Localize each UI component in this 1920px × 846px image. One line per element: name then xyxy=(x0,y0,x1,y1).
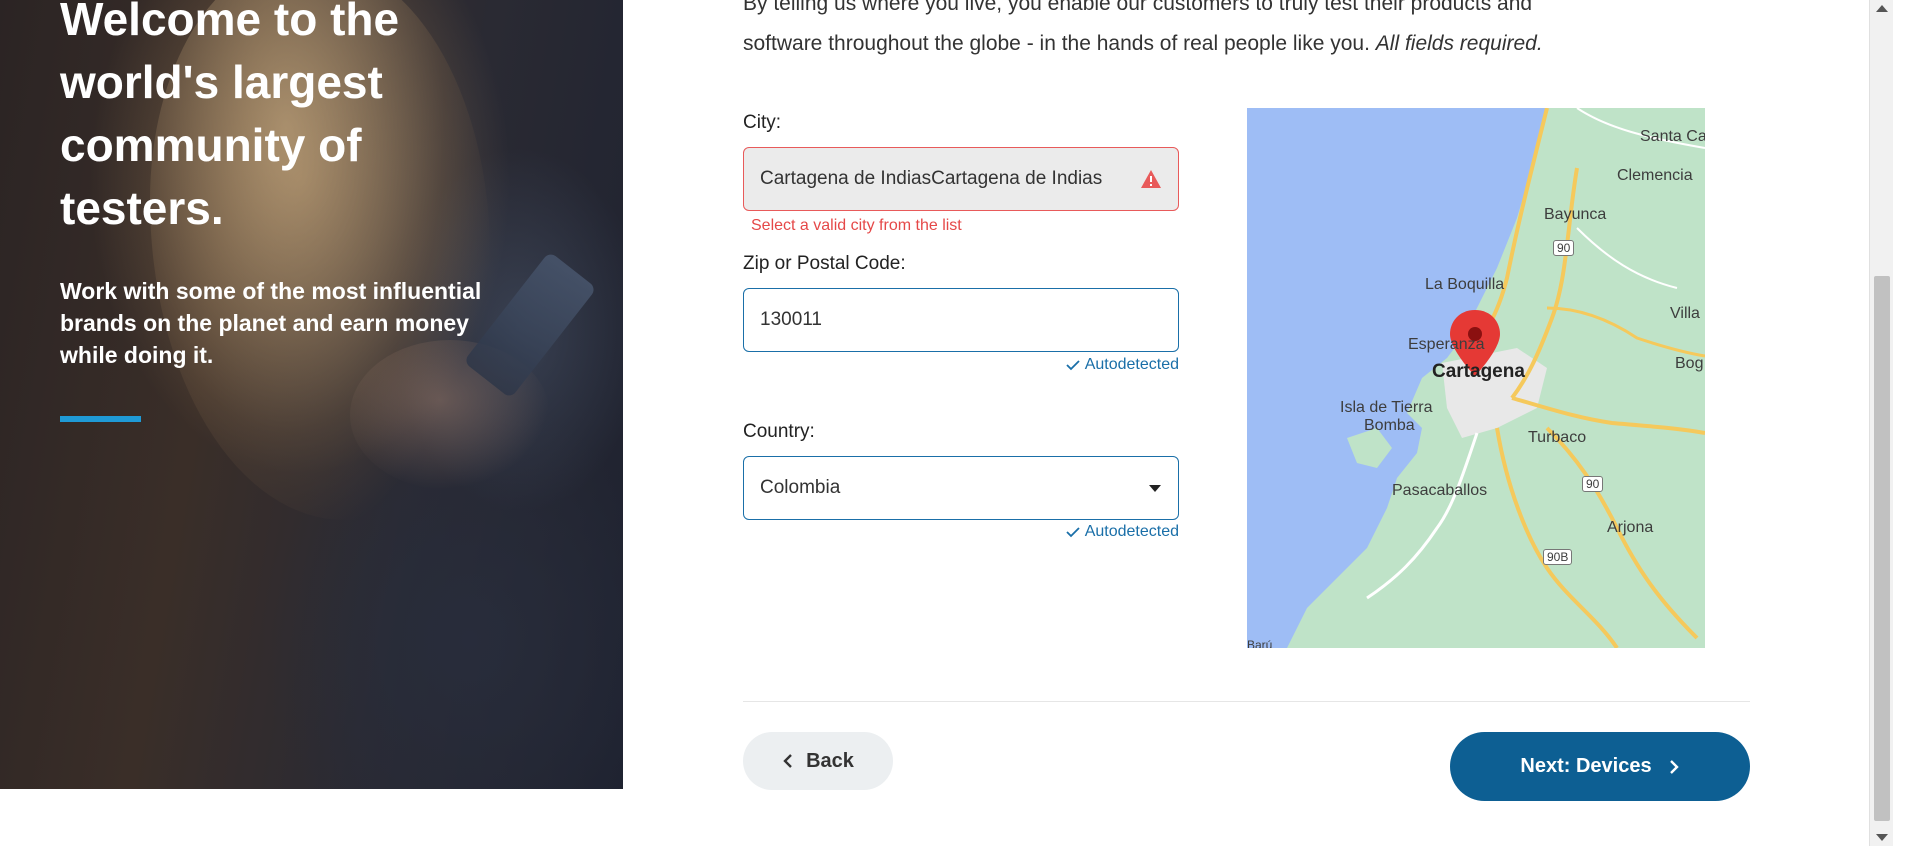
check-icon xyxy=(1066,527,1080,538)
city-label: City: xyxy=(743,112,781,133)
city-error-message: Select a valid city from the list xyxy=(751,217,962,234)
map-label-la-boquilla: La Boquilla xyxy=(1425,276,1505,293)
map-label-arjona: Arjona xyxy=(1607,519,1654,536)
hero-accent-bar xyxy=(60,416,141,422)
zip-input[interactable]: 130011 xyxy=(743,288,1179,352)
intro-line-2-text: software throughout the globe - in the h… xyxy=(743,32,1370,55)
map-label-route-90b: 90 xyxy=(1582,476,1604,492)
map-label-esperanza: Esperanza xyxy=(1408,336,1485,353)
city-input-value: Cartagena de IndiasCartagena de Indias xyxy=(760,168,1103,189)
map-label-villa: Villa xyxy=(1670,305,1700,322)
scroll-up-arrow-icon[interactable] xyxy=(1876,5,1888,12)
page-scrollbar[interactable] xyxy=(1869,0,1893,846)
intro-text: By telling us where you live, you enable… xyxy=(743,0,1763,64)
hero-title: Welcome to the world's largest community… xyxy=(60,0,400,234)
intro-line-1: By telling us where you live, you enable… xyxy=(743,0,1533,15)
section-divider xyxy=(743,701,1750,702)
map-label-pasacaballos: Pasacaballos xyxy=(1392,482,1488,499)
back-button-label: Back xyxy=(806,749,854,772)
next-devices-button[interactable]: Next: Devices xyxy=(1450,732,1750,801)
check-icon xyxy=(1066,360,1080,371)
warning-icon xyxy=(1141,170,1161,188)
map-label-cartagena: Cartagena xyxy=(1432,361,1525,382)
map-label-isla-1: Isla de Tierra xyxy=(1340,399,1433,416)
map-label-route-90b-2: 90B xyxy=(1543,549,1573,565)
back-button[interactable]: Back xyxy=(743,732,893,790)
required-note: All fields required. xyxy=(1375,32,1543,55)
map-label-baru: Barú xyxy=(1247,638,1273,648)
country-label: Country: xyxy=(743,421,815,442)
caret-down-icon xyxy=(1149,485,1161,492)
scroll-thumb[interactable] xyxy=(1874,276,1890,821)
city-input[interactable]: Cartagena de IndiasCartagena de Indias xyxy=(743,147,1179,211)
map-label-santa-ca: Santa Ca xyxy=(1640,128,1705,145)
map-label-bog: Bog xyxy=(1675,355,1704,372)
hero-subtitle: Work with some of the most influential b… xyxy=(60,278,482,368)
intro-line-2: software throughout the globe - in the h… xyxy=(743,24,1763,64)
map-label-turbaco: Turbaco xyxy=(1528,429,1587,446)
map-label-clemencia: Clemencia xyxy=(1617,167,1693,184)
zip-label: Zip or Postal Code: xyxy=(743,253,906,274)
zip-autodetected: Autodetected xyxy=(1065,356,1179,374)
map-label-route-90: 90 xyxy=(1553,240,1575,256)
country-select-value: Colombia xyxy=(760,477,841,498)
zip-autodetected-text: Autodetected xyxy=(1084,356,1179,373)
zip-input-value: 130011 xyxy=(760,309,822,330)
map-label-bayunca: Bayunca xyxy=(1544,206,1607,223)
location-map[interactable]: Santa Ca Clemencia Bayunca 90 La Boquill… xyxy=(1247,108,1705,648)
country-autodetected: Autodetected xyxy=(1065,523,1179,541)
hero-panel: Welcome to the world's largest community… xyxy=(0,0,623,789)
chevron-right-icon xyxy=(1669,759,1679,774)
country-autodetected-text: Autodetected xyxy=(1084,523,1179,540)
chevron-left-icon xyxy=(783,754,792,768)
map-label-isla-2: Bomba xyxy=(1364,417,1415,434)
country-select[interactable]: Colombia xyxy=(743,456,1179,520)
next-button-label: Next: Devices xyxy=(1520,755,1652,777)
scroll-down-arrow-icon[interactable] xyxy=(1876,834,1888,841)
